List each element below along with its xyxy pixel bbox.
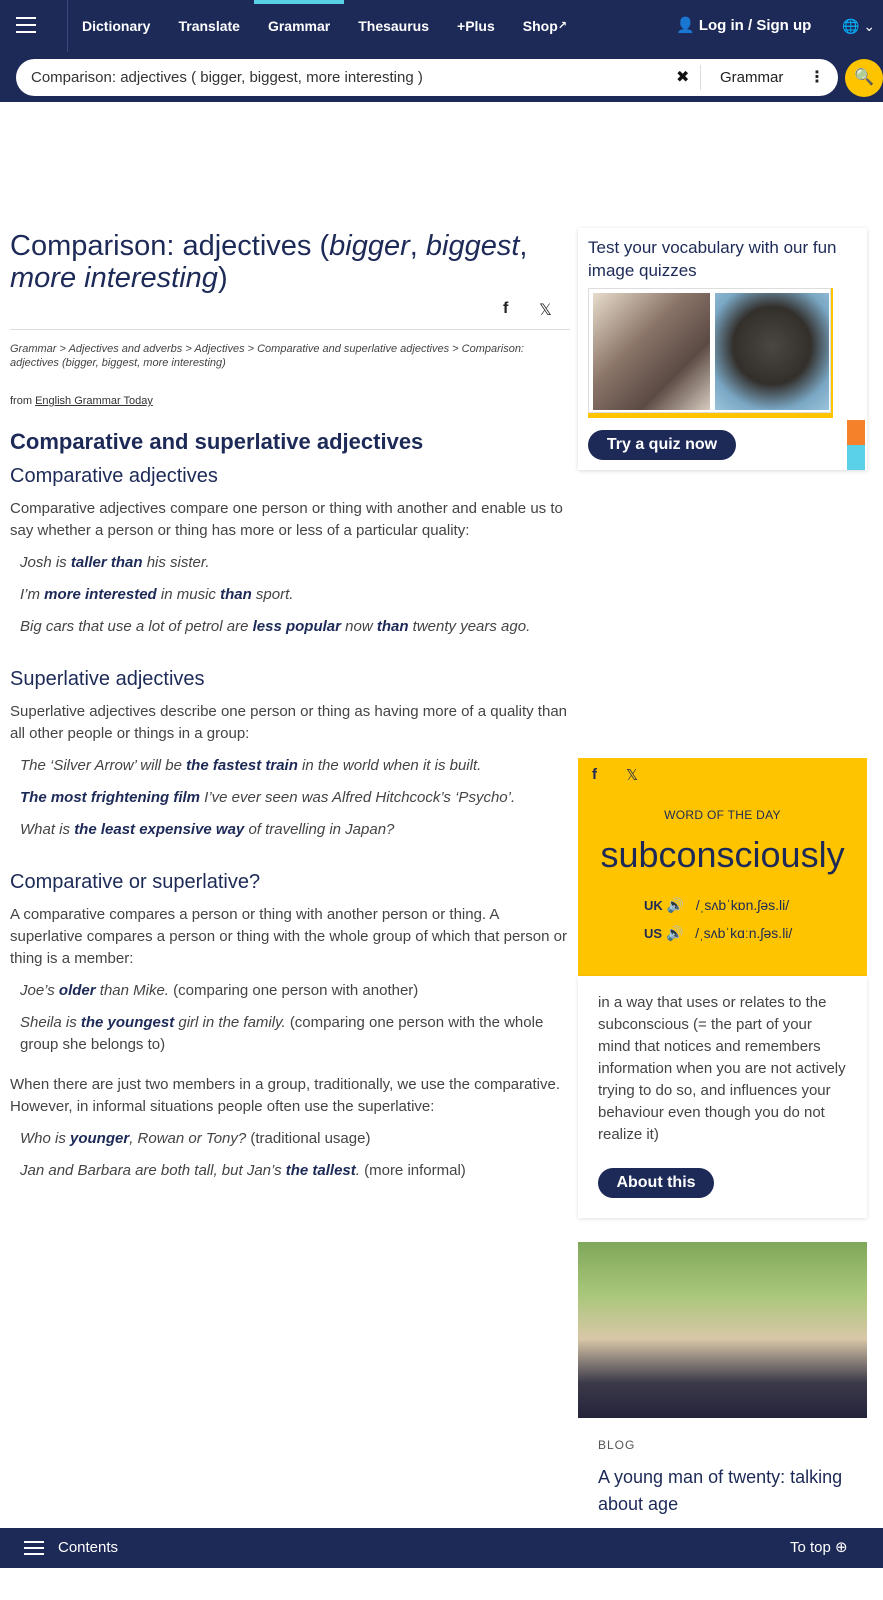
search-divider bbox=[700, 65, 701, 90]
example: Josh is taller than his sister. bbox=[20, 554, 210, 571]
page-title: Comparison: adjectives (bigger, biggest,… bbox=[10, 230, 528, 294]
nav-plus[interactable]: +Plus bbox=[443, 0, 509, 52]
top-navbar: Dictionary Translate Grammar Thesaurus +… bbox=[0, 0, 883, 52]
example: The most frightening film I’ve ever seen… bbox=[20, 789, 516, 806]
language-selector[interactable]: 🌐 ⌄ bbox=[842, 0, 875, 52]
nav-dictionary[interactable]: Dictionary bbox=[68, 0, 164, 52]
try-quiz-button[interactable]: Try a quiz now bbox=[588, 430, 736, 460]
search-input[interactable]: Comparison: adjectives ( bigger, biggest… bbox=[31, 59, 423, 96]
nav-shop[interactable]: Shop↗ bbox=[509, 0, 581, 52]
comparative-heading: Comparative adjectives bbox=[10, 465, 218, 487]
arrow-up-icon: ⊕ bbox=[835, 1539, 848, 1556]
about-this-button[interactable]: About this bbox=[598, 1168, 714, 1198]
facebook-icon[interactable]: f bbox=[503, 300, 508, 318]
bottom-bar: Contents To top ⊕ bbox=[0, 1528, 883, 1568]
blog-caption: BLOG bbox=[598, 1438, 636, 1452]
example: Joe’s older than Mike. (comparing one pe… bbox=[20, 982, 419, 999]
globe-icon: 🌐 bbox=[842, 18, 860, 34]
example: Who is younger, Rowan or Tony? (traditio… bbox=[20, 1130, 371, 1147]
word-of-the-day: f 𝕏 WORD OF THE DAY subconsciously UK 🔊 … bbox=[578, 758, 867, 976]
x-twitter-icon[interactable]: 𝕏 bbox=[626, 766, 638, 784]
example: Big cars that use a lot of petrol are le… bbox=[20, 618, 531, 635]
comparative-intro: Comparative adjectives compare one perso… bbox=[10, 500, 563, 539]
compsup-heading: Comparative or superlative? bbox=[10, 871, 261, 893]
example: Jan and Barbara are both tall, but Jan’s… bbox=[20, 1162, 466, 1179]
example: The ‘Silver Arrow’ will be the fastest t… bbox=[20, 757, 482, 774]
contents-menu-icon[interactable] bbox=[24, 1540, 44, 1556]
login-signup-link[interactable]: 👤 Log in / Sign up bbox=[676, 0, 811, 52]
quiz-card: Test your vocabulary with our fun image … bbox=[578, 228, 867, 470]
compsup-para2: When there are just two members in a gro… bbox=[10, 1076, 560, 1115]
chevron-down-icon: ⌄ bbox=[863, 18, 876, 34]
quiz-title[interactable]: Test your vocabulary with our fun image … bbox=[588, 236, 858, 282]
speaker-icon[interactable]: 🔊 bbox=[666, 925, 683, 941]
nav-grammar[interactable]: Grammar bbox=[253, 0, 345, 52]
dictionary-select[interactable]: Grammar bbox=[720, 59, 783, 96]
external-link-icon: ↗ bbox=[557, 20, 567, 32]
compsup-intro: A comparative compares a person or thing… bbox=[10, 906, 567, 967]
search-box: Comparison: adjectives ( bigger, biggest… bbox=[16, 59, 838, 96]
login-label: Log in / Sign up bbox=[698, 17, 812, 34]
source-line: from English Grammar Today bbox=[10, 395, 153, 407]
more-options-icon[interactable]: ⋮ bbox=[809, 59, 825, 96]
clear-search-icon[interactable]: ✖ bbox=[676, 59, 689, 96]
x-twitter-icon[interactable]: 𝕏 bbox=[539, 300, 552, 320]
to-top-button[interactable]: To top ⊕ bbox=[790, 1528, 848, 1568]
source-link[interactable]: English Grammar Today bbox=[35, 395, 153, 407]
search-button[interactable]: 🔍 bbox=[845, 59, 883, 97]
facebook-icon[interactable]: f bbox=[592, 766, 597, 783]
us-pronunciation: US 🔊 /ˌsʌbˈkɑːn.ʃəs.li/ bbox=[644, 925, 793, 941]
wotd-label: WORD OF THE DAY bbox=[664, 808, 781, 822]
search-band: Comparison: adjectives ( bigger, biggest… bbox=[0, 52, 883, 102]
side-tabs[interactable] bbox=[847, 420, 865, 470]
share-row: f 𝕏 bbox=[10, 294, 570, 330]
breadcrumb[interactable]: Grammar > Adjectives and adverbs > Adjec… bbox=[10, 342, 570, 370]
blog-title[interactable]: A young man of twenty: talking about age bbox=[598, 1464, 858, 1518]
seal-image bbox=[715, 293, 829, 410]
quiz-images[interactable] bbox=[588, 288, 833, 418]
nav-translate[interactable]: Translate bbox=[164, 0, 253, 52]
main-content: Comparison: adjectives (bigger, biggest,… bbox=[10, 230, 570, 1182]
superlative-heading: Superlative adjectives bbox=[10, 668, 205, 690]
menu-icon[interactable] bbox=[0, 0, 68, 52]
example: Sheila is the youngest girl in the famil… bbox=[20, 1014, 544, 1053]
blog-card[interactable]: BLOG A young man of twenty: talking abou… bbox=[578, 1242, 867, 1532]
speaker-icon[interactable]: 🔊 bbox=[667, 897, 684, 913]
uk-pronunciation: UK 🔊 /ˌsʌbˈkɒn.ʃəs.li/ bbox=[644, 897, 790, 913]
section-title: Comparative and superlative adjectives bbox=[10, 429, 424, 454]
hippo-image bbox=[593, 293, 710, 410]
contents-button[interactable]: Contents bbox=[58, 1528, 118, 1568]
search-icon: 🔍 bbox=[854, 69, 874, 86]
nav-thesaurus[interactable]: Thesaurus bbox=[344, 0, 443, 52]
example: I’m more interested in music than sport. bbox=[20, 586, 294, 603]
wotd-definition: in a way that uses or relates to the sub… bbox=[598, 994, 846, 1143]
user-icon: 👤 bbox=[676, 17, 695, 34]
graduation-photo bbox=[578, 1242, 867, 1418]
wotd-definition-card: in a way that uses or relates to the sub… bbox=[578, 976, 867, 1218]
main-nav: Dictionary Translate Grammar Thesaurus +… bbox=[68, 0, 581, 52]
superlative-intro: Superlative adjectives describe one pers… bbox=[10, 703, 567, 742]
nav-shop-label: Shop bbox=[522, 18, 558, 34]
example: What is the least expensive way of trave… bbox=[20, 821, 395, 838]
wotd-word[interactable]: subconsciously bbox=[578, 834, 867, 876]
